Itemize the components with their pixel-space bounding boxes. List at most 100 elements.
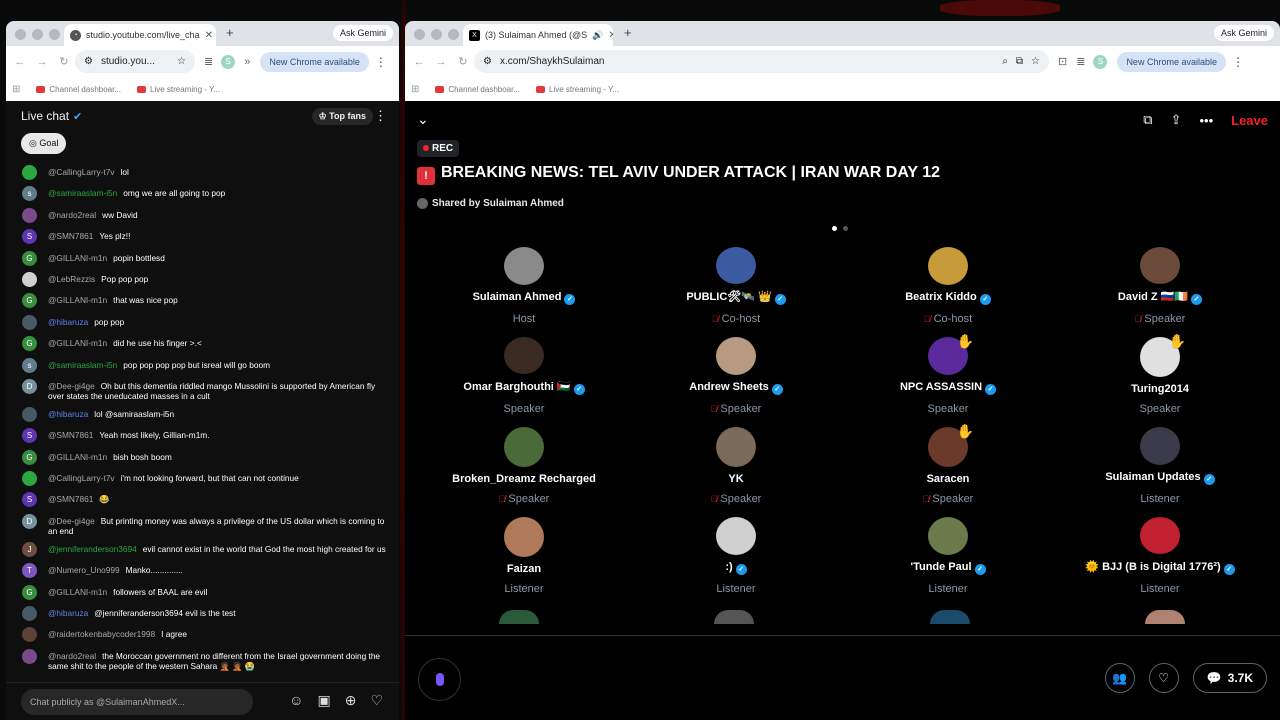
address-bar[interactable]: ⚙ studio.you... ☆ — [75, 50, 195, 73]
chat-message-list[interactable]: @CallingLarry-t7v lol s @samiraaslam-i5n omg… — [6, 163, 399, 703]
cast-icon[interactable]: ⧉ — [1016, 56, 1023, 67]
avatar[interactable]: s — [22, 357, 37, 373]
avatar[interactable]: D — [22, 513, 37, 529]
participant-card[interactable]: Andrew Sheets ✓ 🎙̸ Speaker — [630, 337, 842, 415]
chat-message[interactable]: D @Dee-gi4ge Oh but this dementia riddled … — [6, 377, 399, 405]
chat-author[interactable]: @hibaruza — [48, 409, 88, 419]
page-indicator[interactable] — [832, 226, 848, 231]
new-tab-button[interactable]: + — [226, 25, 234, 40]
chat-message[interactable]: @CallingLarry-t7v lol — [6, 163, 399, 184]
participant-card[interactable]: ✋ Saracen 🎙̸ Speaker — [842, 423, 1054, 505]
avatar[interactable]: G — [22, 250, 37, 266]
chat-author[interactable]: @GILLANI-m1n — [48, 295, 107, 305]
avatar[interactable]: S — [22, 229, 37, 245]
chat-message[interactable]: @raidertokenbabycoder1998 I agree — [6, 625, 399, 646]
participant-avatar[interactable] — [1140, 247, 1180, 284]
more-icon[interactable]: ••• — [1199, 113, 1213, 128]
close-tab-icon[interactable]: ✕ — [205, 30, 213, 41]
media-icon[interactable]: ≣ — [204, 55, 213, 68]
participant-avatar[interactable] — [1140, 427, 1180, 465]
chat-message[interactable]: @hibaruza @jenniferanderson3694 evil is t… — [6, 604, 399, 625]
chat-message[interactable]: S @SMN7861 😂 — [6, 490, 399, 511]
avatar[interactable]: G — [22, 336, 37, 352]
reload-icon[interactable]: ↻ — [452, 55, 474, 68]
chat-message[interactable]: S @SMN7861 Yes plz!! — [6, 227, 399, 248]
leave-button[interactable]: Leave — [1231, 113, 1268, 128]
window-controls[interactable] — [414, 29, 459, 40]
top-fans-button[interactable]: ♔ Top fans — [311, 108, 373, 125]
close-tab-icon[interactable]: ✕ — [608, 30, 613, 41]
participant-avatar[interactable] — [716, 337, 756, 375]
avatar[interactable] — [22, 165, 37, 180]
chat-author[interactable]: @nardo2real — [48, 651, 96, 661]
participant-avatar[interactable]: ✋ — [928, 333, 974, 375]
chat-message[interactable]: G @GILLANI-m1n bish bosh boom — [6, 448, 399, 469]
avatar[interactable] — [22, 271, 37, 287]
chat-author[interactable]: @Dee-gi4ge — [48, 381, 95, 391]
chat-author[interactable]: @CallingLarry-t7v — [48, 473, 115, 483]
chat-author[interactable]: @jenniferanderson3694 — [48, 544, 137, 554]
bookmark-channel-dashboard[interactable]: Channel dashboar... — [36, 85, 121, 94]
profile-avatar[interactable]: S — [1093, 54, 1108, 69]
avatar[interactable]: S — [22, 492, 37, 508]
avatar[interactable] — [22, 207, 37, 223]
address-bar[interactable]: ⚙ x.com/ShaykhSulaiman ⌕ ⧉ ☆ — [474, 50, 1049, 73]
extension-icon[interactable]: ⊡ — [1058, 55, 1067, 68]
bookmark-live-streaming[interactable]: Live streaming - Y... — [137, 85, 220, 94]
chat-message[interactable]: J @jenniferanderson3694 evil cannot exist … — [6, 540, 399, 561]
bookmark-live-streaming[interactable]: Live streaming - Y... — [536, 85, 619, 94]
avatar[interactable]: G — [22, 449, 37, 465]
participant-avatar[interactable] — [504, 427, 544, 467]
back-icon[interactable]: ← — [408, 56, 430, 68]
chat-author[interactable]: @GILLANI-m1n — [48, 253, 107, 263]
participant-card[interactable]: Faizan Listener — [418, 517, 630, 595]
avatar[interactable]: S — [22, 428, 37, 444]
participant-avatar[interactable] — [928, 247, 968, 285]
ask-gemini-button[interactable]: Ask Gemini — [1213, 25, 1274, 41]
chat-author[interactable]: @hibaruza — [48, 608, 88, 618]
chat-menu-icon[interactable]: ⋮ — [374, 108, 387, 124]
chat-message[interactable]: @nardo2real ww David — [6, 206, 399, 227]
participant-avatar[interactable] — [504, 337, 544, 374]
media-icon[interactable]: ≣ — [1076, 55, 1085, 68]
new-tab-button[interactable]: + — [624, 25, 632, 40]
chat-author[interactable]: @Numero_Uno999 — [48, 565, 120, 575]
bookmark-star-icon[interactable]: ☆ — [1031, 56, 1040, 67]
chat-author[interactable]: @Dee-gi4ge — [48, 516, 95, 526]
avatar[interactable]: s — [22, 186, 37, 202]
browser-menu-icon[interactable]: ⋮ — [375, 55, 387, 69]
reload-icon[interactable]: ↻ — [53, 55, 75, 68]
chat-message[interactable]: G @GILLANI-m1n did he use his finger >.< — [6, 334, 399, 355]
chat-author[interactable]: @nardo2real — [48, 210, 96, 220]
avatar[interactable]: G — [22, 293, 37, 309]
comments-button[interactable]: 💬 3.7K — [1192, 663, 1267, 693]
participant-avatar[interactable]: ✋ — [928, 423, 974, 467]
chat-message[interactable]: @hibaruza lol @samiraaslam-i5n — [6, 405, 399, 426]
chat-message[interactable]: @CallingLarry-t7v i'm not looking forward… — [6, 469, 399, 490]
avatar[interactable] — [22, 606, 37, 622]
participant-card[interactable]: David Z 🇷🇺🇮🇪 ✓ 🎙̸ Speaker — [1054, 247, 1266, 325]
window-controls[interactable] — [15, 29, 60, 40]
chat-message[interactable]: s @samiraaslam-i5n pop pop pop pop but isr… — [6, 356, 399, 377]
reactions-button[interactable]: ♡ — [1148, 663, 1179, 693]
participant-avatar[interactable]: ✋ — [1140, 333, 1186, 377]
avatar[interactable] — [22, 648, 37, 664]
forward-icon[interactable]: → — [430, 56, 452, 68]
participant-card[interactable]: Sulaiman Ahmed ✓ Host — [418, 247, 630, 325]
participant-card[interactable]: 🌞 BJJ (B is Digital 1776²) ✓ Listener — [1054, 517, 1266, 595]
browser-tab[interactable]: X (3) Sulaiman Ahmed (@S 🔊 ✕ — [463, 24, 613, 46]
participant-avatar[interactable] — [716, 517, 756, 555]
new-chrome-available-button[interactable]: New Chrome available — [260, 51, 369, 72]
participant-card[interactable]: Beatrix Kiddo ✓ 🎙̸ Co-host — [842, 247, 1054, 325]
profile-avatar[interactable]: S — [221, 54, 236, 69]
participant-card[interactable]: :) ✓ Listener — [630, 517, 842, 595]
chat-message[interactable]: D @Dee-gi4ge But printing money was always… — [6, 512, 399, 540]
chat-message[interactable]: @nardo2real the Moroccan government no di… — [6, 647, 399, 675]
chat-author[interactable]: @samiraaslam-i5n — [48, 360, 117, 370]
avatar[interactable]: T — [22, 563, 37, 579]
avatar[interactable]: J — [22, 541, 37, 557]
chat-author[interactable]: @SMN7861 — [48, 494, 93, 504]
avatar[interactable]: D — [22, 378, 37, 394]
super-chat-icon[interactable]: ▣ — [317, 692, 330, 709]
share-icon[interactable]: ⇪ — [1171, 112, 1182, 128]
